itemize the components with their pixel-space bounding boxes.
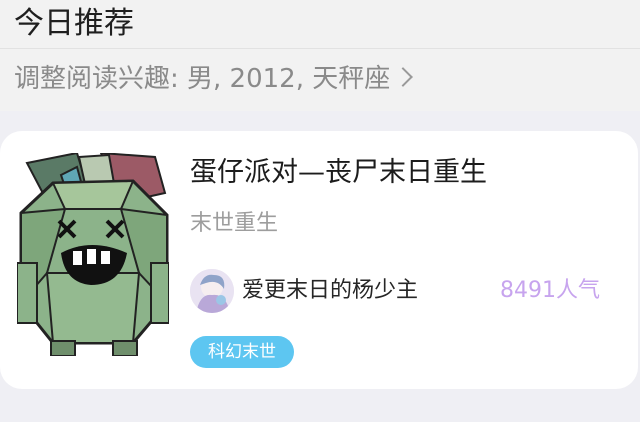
book-tagline: 末世重生 [190, 211, 279, 236]
book-cover-image[interactable] [17, 153, 169, 356]
section-title: 今日推荐 [14, 6, 134, 41]
popularity-count: 8491人气 [500, 278, 600, 303]
chevron-right-icon [393, 67, 414, 87]
book-card[interactable]: 蛋仔派对—丧尸末日重生 末世重生 爱更末日的杨少主 8491人气 科幻末世 [0, 131, 638, 389]
author-row: 爱更末日的杨少主 8491人气 [190, 267, 610, 315]
author-avatar[interactable] [190, 269, 234, 313]
adjust-interest-link[interactable]: 调整阅读兴趣: 男, 2012, 天秤座 [14, 62, 414, 96]
adjust-interest-row[interactable]: 调整阅读兴趣: 男, 2012, 天秤座 [0, 49, 640, 111]
interest-text: 调整阅读兴趣: 男, 2012, 天秤座 [14, 64, 391, 94]
genre-tag[interactable]: 科幻末世 [190, 336, 294, 368]
section-header: 今日推荐 [0, 0, 640, 49]
author-name[interactable]: 爱更末日的杨少主 [242, 275, 418, 307]
book-title[interactable]: 蛋仔派对—丧尸末日重生 [190, 155, 487, 191]
